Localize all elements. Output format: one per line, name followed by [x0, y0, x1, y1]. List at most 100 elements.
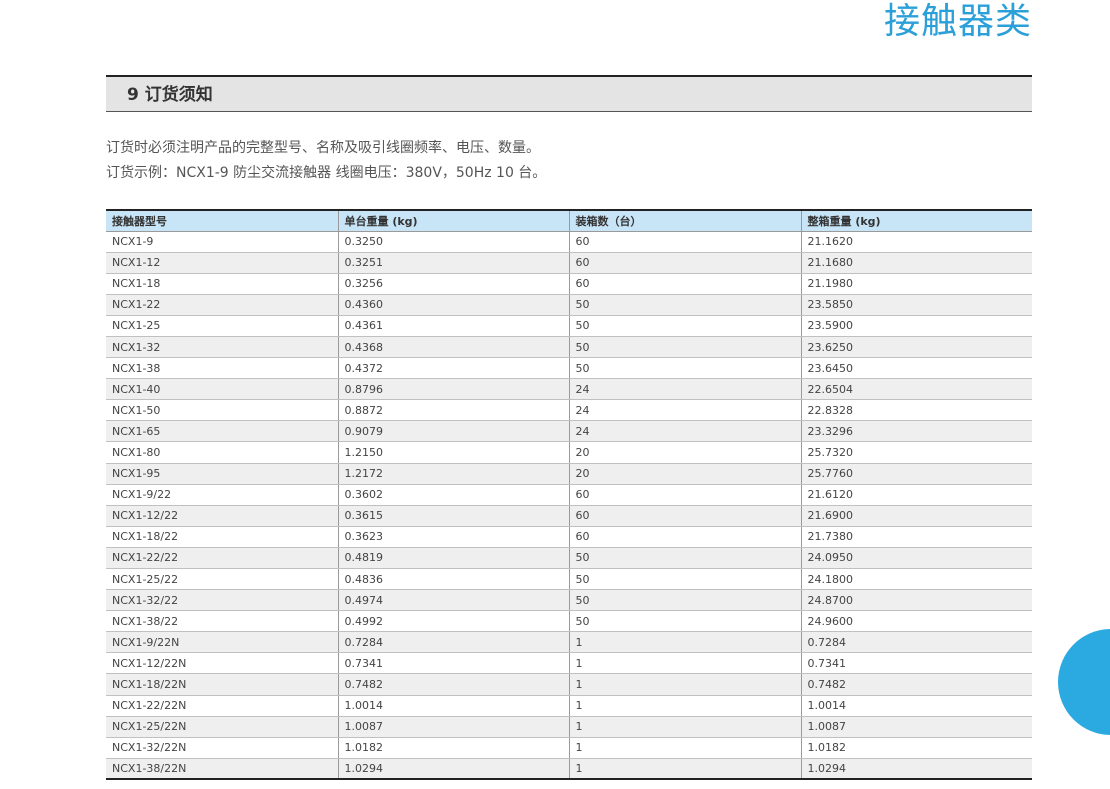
cell-box-quantity: 50 [569, 294, 802, 316]
cell-box-weight: 1.0087 [801, 716, 1032, 738]
cell-unit-weight: 1.2150 [338, 441, 570, 464]
cell-box-weight: 24.0950 [801, 547, 1032, 570]
cell-box-quantity: 50 [569, 315, 802, 337]
cell-box-weight: 22.8328 [801, 399, 1032, 422]
cell-box-quantity: 50 [569, 336, 802, 359]
cell-box-weight: 24.8700 [801, 589, 1032, 612]
table-row: NCX1-95 1.2172 20 25.7760 [106, 463, 1032, 485]
table-row: NCX1-12/22 0.3615 60 21.6900 [106, 505, 1032, 527]
table-row: NCX1-18/22N 0.7482 1 0.7482 [106, 673, 1032, 696]
cell-box-quantity: 1 [569, 716, 802, 738]
table-row: NCX1-38/22N 1.0294 1 1.0294 [106, 758, 1032, 780]
cell-box-weight: 1.0182 [801, 737, 1032, 759]
header-model: 接触器型号 [106, 210, 339, 232]
cell-unit-weight: 1.0087 [338, 716, 570, 738]
table-row: NCX1-25/22N 1.0087 1 1.0087 [106, 716, 1032, 738]
cell-box-quantity: 50 [569, 547, 802, 570]
cell-model: NCX1-80 [106, 441, 339, 464]
cell-box-quantity: 60 [569, 526, 802, 548]
cell-box-quantity: 60 [569, 505, 802, 527]
table-row: NCX1-25/22 0.4836 50 24.1800 [106, 568, 1032, 591]
cell-unit-weight: 0.9079 [338, 420, 570, 443]
cell-unit-weight: 0.4372 [338, 357, 570, 380]
table-row: NCX1-18 0.3256 60 21.1980 [106, 273, 1032, 295]
table-row: NCX1-12/22N 0.7341 1 0.7341 [106, 652, 1032, 675]
section-header: 9 订货须知 [106, 75, 1032, 112]
table-row: NCX1-40 0.8796 24 22.6504 [106, 378, 1032, 401]
cell-box-weight: 25.7320 [801, 441, 1032, 464]
cell-unit-weight: 0.3250 [338, 231, 570, 253]
cell-unit-weight: 1.0182 [338, 737, 570, 759]
cell-box-quantity: 60 [569, 252, 802, 274]
header-box-quantity: 装箱数（台） [569, 210, 802, 232]
cell-box-quantity: 1 [569, 737, 802, 759]
cell-model: NCX1-22/22 [106, 547, 339, 570]
cell-box-quantity: 1 [569, 631, 802, 654]
cell-unit-weight: 0.3615 [338, 505, 570, 527]
cell-box-quantity: 60 [569, 231, 802, 253]
table-row: NCX1-80 1.2150 20 25.7320 [106, 441, 1032, 464]
cell-model: NCX1-38 [106, 357, 339, 380]
cell-box-weight: 21.1980 [801, 273, 1032, 295]
cell-box-weight: 21.6120 [801, 484, 1032, 506]
cell-unit-weight: 0.8796 [338, 378, 570, 401]
table-row: NCX1-9/22N 0.7284 1 0.7284 [106, 631, 1032, 654]
cell-box-quantity: 1 [569, 673, 802, 696]
cell-box-weight: 21.7380 [801, 526, 1032, 548]
table-row: NCX1-22 0.4360 50 23.5850 [106, 294, 1032, 316]
table-header-row: 接触器型号 单台重量 (kg) 装箱数（台） 整箱重量 (kg) [106, 210, 1032, 232]
cell-box-weight: 0.7482 [801, 673, 1032, 696]
table-row: NCX1-22/22 0.4819 50 24.0950 [106, 547, 1032, 570]
cell-model: NCX1-50 [106, 399, 339, 422]
cell-box-weight: 1.0014 [801, 695, 1032, 717]
cell-model: NCX1-38/22 [106, 610, 339, 633]
cell-model: NCX1-32/22 [106, 589, 339, 612]
page: 接触器类 9 订货须知 订货时必须注明产品的完整型号、名称及吸引线圈频率、电压、… [0, 0, 1110, 789]
cell-model: NCX1-9/22N [106, 631, 339, 654]
cell-box-weight: 23.6450 [801, 357, 1032, 380]
cell-unit-weight: 0.4836 [338, 568, 570, 591]
cell-unit-weight: 0.7341 [338, 652, 570, 675]
header-box-weight: 整箱重量 (kg) [801, 210, 1032, 232]
order-note-example: 订货示例：NCX1-9 防尘交流接触器 线圈电压：380V，50Hz 10 台。 [106, 165, 547, 181]
cell-box-weight: 22.6504 [801, 378, 1032, 401]
cell-model: NCX1-18/22N [106, 673, 339, 696]
cell-box-weight: 23.5900 [801, 315, 1032, 337]
cell-model: NCX1-65 [106, 420, 339, 443]
packing-weight-table: 接触器型号 单台重量 (kg) 装箱数（台） 整箱重量 (kg) NCX1-9 0… [106, 209, 1032, 781]
cell-box-weight: 23.6250 [801, 336, 1032, 359]
cell-box-quantity: 50 [569, 568, 802, 591]
cell-unit-weight: 0.7284 [338, 631, 570, 654]
table-row: NCX1-25 0.4361 50 23.5900 [106, 315, 1032, 337]
section-title: 9 订货须知 [127, 85, 213, 105]
cell-box-quantity: 1 [569, 695, 802, 717]
cell-model: NCX1-9 [106, 231, 339, 253]
order-note-requirement: 订货时必须注明产品的完整型号、名称及吸引线圈频率、电压、数量。 [106, 140, 540, 156]
cell-model: NCX1-12/22N [106, 652, 339, 675]
cell-box-quantity: 24 [569, 399, 802, 422]
cell-model: NCX1-32 [106, 336, 339, 359]
cell-box-quantity: 50 [569, 610, 802, 633]
table-row: NCX1-9/22 0.3602 60 21.6120 [106, 484, 1032, 506]
cell-model: NCX1-18 [106, 273, 339, 295]
cell-model: NCX1-95 [106, 463, 339, 485]
cell-unit-weight: 0.4974 [338, 589, 570, 612]
cell-box-quantity: 50 [569, 589, 802, 612]
order-notes: 订货时必须注明产品的完整型号、名称及吸引线圈频率、电压、数量。 订货示例：NCX… [106, 136, 546, 186]
cell-model: NCX1-12/22 [106, 505, 339, 527]
table-row: NCX1-12 0.3251 60 21.1680 [106, 252, 1032, 274]
cell-box-weight: 24.9600 [801, 610, 1032, 633]
cell-unit-weight: 1.2172 [338, 463, 570, 485]
table-row: NCX1-38/22 0.4992 50 24.9600 [106, 610, 1032, 633]
cell-model: NCX1-32/22N [106, 737, 339, 759]
cell-unit-weight: 0.8872 [338, 399, 570, 422]
table-row: NCX1-50 0.8872 24 22.8328 [106, 399, 1032, 422]
table-row: NCX1-22/22N 1.0014 1 1.0014 [106, 695, 1032, 717]
cell-model: NCX1-25/22 [106, 568, 339, 591]
table-row: NCX1-65 0.9079 24 23.3296 [106, 420, 1032, 443]
cell-model: NCX1-38/22N [106, 758, 339, 780]
cell-box-quantity: 60 [569, 273, 802, 295]
cell-box-weight: 21.1620 [801, 231, 1032, 253]
cell-box-weight: 0.7284 [801, 631, 1032, 654]
cell-unit-weight: 0.4360 [338, 294, 570, 316]
